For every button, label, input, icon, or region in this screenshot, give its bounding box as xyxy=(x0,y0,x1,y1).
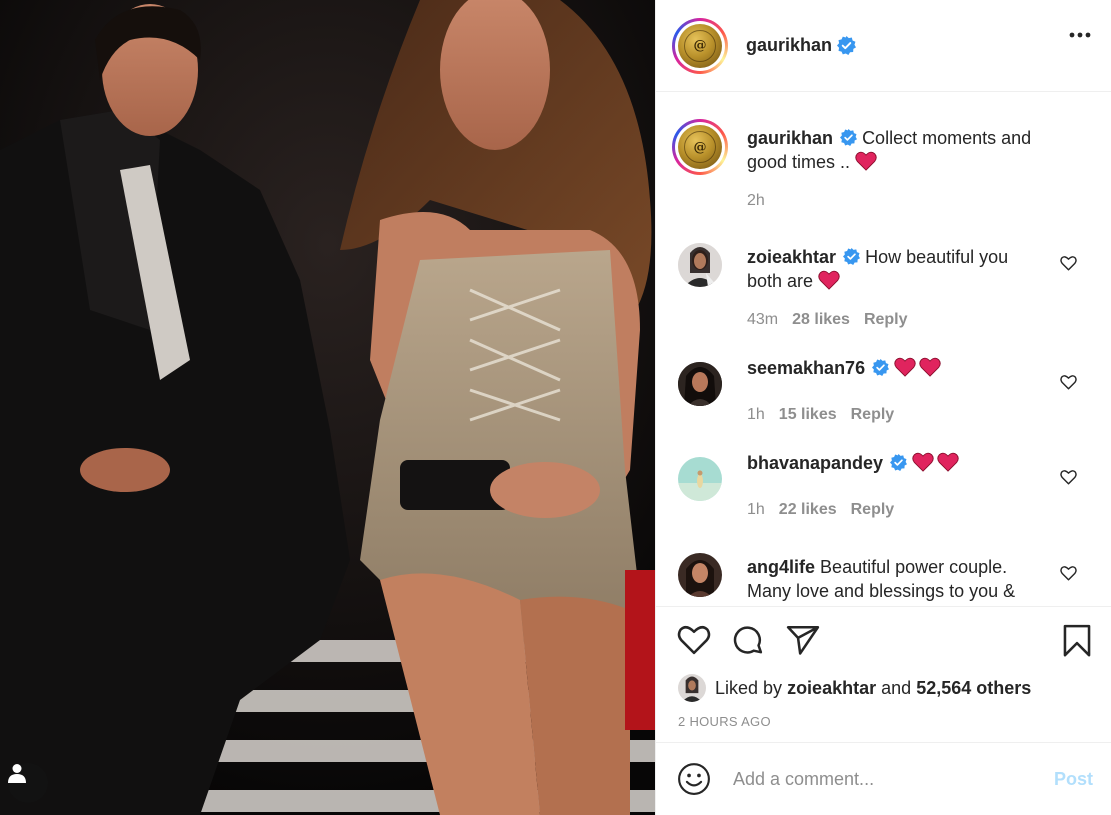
caption-time: 2h xyxy=(747,192,765,209)
comment-text: zoieakhtar How beautiful you both are xyxy=(747,245,1037,293)
like-comment-heart-icon[interactable] xyxy=(1060,469,1077,485)
likes-summary: Liked by zoieakhtar and 52,564 others xyxy=(678,674,1031,702)
avatar-logo-text: @ xyxy=(693,139,707,155)
caption-text: gaurikhan Collect moments and good times… xyxy=(747,126,1047,174)
verified-icon xyxy=(890,454,908,471)
comment-avatar[interactable] xyxy=(678,243,722,287)
caption-meta: 2h xyxy=(747,192,765,210)
likes-joiner: and xyxy=(881,677,912,698)
comment-username[interactable]: bhavanapandey xyxy=(747,453,883,473)
post-timestamp[interactable]: 2 HOURS AGO xyxy=(678,714,771,729)
post-comment-button[interactable]: Post xyxy=(1054,769,1093,790)
red-heart-emoji-icon xyxy=(919,357,941,377)
comment-time: 1h xyxy=(747,501,765,518)
likes-others-count[interactable]: 52,564 others xyxy=(916,678,1031,699)
comment-likes[interactable]: 15 likes xyxy=(779,406,837,423)
liker-avatar[interactable] xyxy=(678,674,706,702)
comment-icon[interactable] xyxy=(732,624,765,657)
comment-meta: 1h 15 likes Reply xyxy=(747,406,894,424)
heart-icon[interactable] xyxy=(677,624,711,655)
liker-username[interactable]: zoieakhtar xyxy=(787,678,876,699)
post-side-panel: @ gaurikhan @ gaurikhan Collect moments … xyxy=(655,0,1111,815)
comment-time: 43m xyxy=(747,311,779,328)
add-comment-bar: Post xyxy=(656,742,1111,815)
comment-input[interactable] xyxy=(733,768,1033,790)
red-heart-emoji-icon xyxy=(818,270,840,290)
comments-list[interactable]: @ gaurikhan Collect moments and good tim… xyxy=(656,93,1111,606)
red-heart-emoji-icon xyxy=(912,452,934,472)
like-comment-heart-icon[interactable] xyxy=(1060,255,1077,271)
comment-avatar[interactable] xyxy=(678,457,722,501)
reply-button[interactable]: Reply xyxy=(864,311,908,328)
comment-meta: 1h 22 likes Reply xyxy=(747,501,894,519)
comment-username[interactable]: zoieakhtar xyxy=(747,247,836,267)
post-actions: Liked by zoieakhtar and 52,564 others 2 … xyxy=(656,606,1111,742)
comment-time: 1h xyxy=(747,406,765,423)
comment-avatar[interactable] xyxy=(678,553,722,597)
comment-text: ang4life Beautiful power couple. Many lo… xyxy=(747,555,1037,603)
verified-icon xyxy=(837,36,857,55)
comment-username[interactable]: ang4life xyxy=(747,557,815,577)
avatar-logo-text: @ xyxy=(693,38,707,53)
like-comment-heart-icon[interactable] xyxy=(1060,374,1077,390)
caption-username[interactable]: gaurikhan xyxy=(747,128,833,148)
emoji-icon[interactable] xyxy=(677,762,711,796)
likes-prefix: Liked by xyxy=(715,677,783,698)
bookmark-icon[interactable] xyxy=(1062,624,1092,658)
like-comment-heart-icon[interactable] xyxy=(1060,565,1077,581)
more-icon[interactable] xyxy=(1069,32,1091,38)
user-tag-icon xyxy=(8,764,26,783)
author-avatar[interactable]: @ xyxy=(672,17,728,74)
reply-button[interactable]: Reply xyxy=(851,501,895,518)
verified-icon xyxy=(843,248,861,265)
comment-likes[interactable]: 22 likes xyxy=(779,501,837,518)
red-heart-emoji-icon xyxy=(894,357,916,377)
author-username[interactable]: gaurikhan xyxy=(746,35,832,56)
share-icon[interactable] xyxy=(786,624,820,656)
post-photo[interactable] xyxy=(0,0,655,815)
comment-username[interactable]: seemakhan76 xyxy=(747,358,865,378)
comment-text: seemakhan76 xyxy=(747,356,1047,380)
red-heart-emoji-icon xyxy=(937,452,959,472)
red-heart-emoji-icon xyxy=(855,151,877,171)
verified-icon xyxy=(840,129,858,146)
comment-text: bhavanapandey xyxy=(747,451,1047,475)
comment-avatar[interactable] xyxy=(678,362,722,406)
reply-button[interactable]: Reply xyxy=(851,406,895,423)
comment-meta: 43m 28 likes Reply xyxy=(747,311,908,329)
comment-likes[interactable]: 28 likes xyxy=(792,311,850,328)
verified-icon xyxy=(872,359,890,376)
caption-avatar[interactable]: @ xyxy=(672,119,728,175)
post-header: @ gaurikhan xyxy=(656,0,1111,92)
photo-illustration xyxy=(0,0,655,815)
user-tag-button[interactable] xyxy=(8,763,48,803)
